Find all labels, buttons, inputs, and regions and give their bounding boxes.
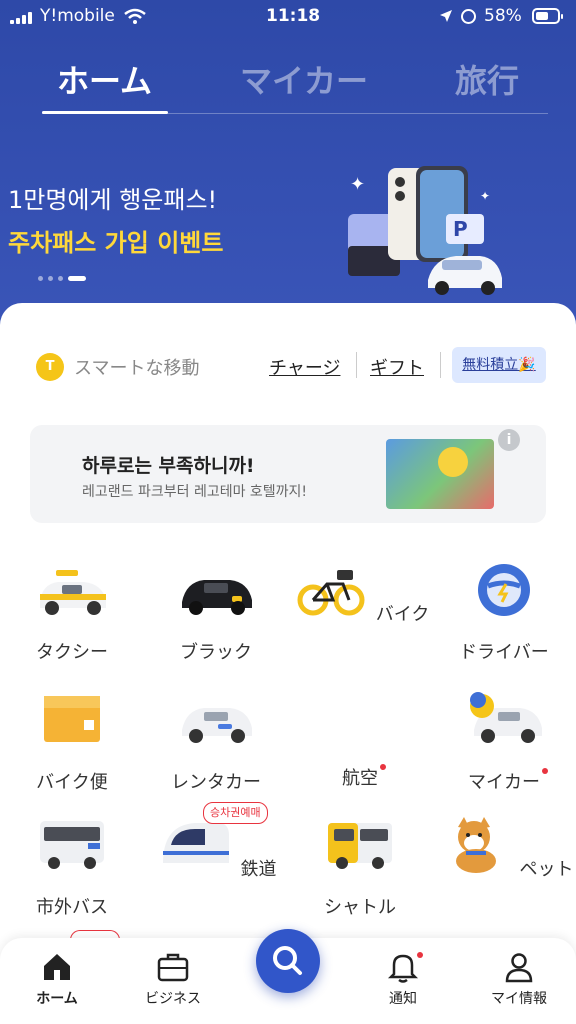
gift-link[interactable]: ギフト — [370, 354, 424, 380]
active-tab-indicator — [42, 111, 168, 114]
service-air[interactable]: 航空 — [290, 690, 430, 790]
bus-icon — [40, 821, 104, 869]
black-car-icon — [182, 580, 252, 615]
service-label: 市外バス — [36, 897, 108, 918]
tab-travel[interactable]: 旅行 — [455, 56, 519, 102]
banner-pagination — [38, 266, 91, 285]
tab-mycar[interactable]: マイカー — [240, 56, 368, 102]
package-icon — [44, 696, 100, 742]
coin-icon: T — [36, 353, 64, 381]
promo-headline: 1만명에게 행운패스! — [8, 186, 218, 214]
rental-car-icon — [182, 708, 252, 743]
taxi-icon — [40, 570, 106, 615]
rotation-lock-icon — [461, 9, 476, 24]
nav-label: マイ情報 — [491, 991, 547, 1007]
bike-icon — [297, 570, 365, 616]
nav-home[interactable]: ホーム — [12, 950, 102, 1008]
service-label: バイク便 — [36, 772, 108, 793]
airplane-icon — [320, 690, 400, 750]
new-dot — [380, 764, 386, 770]
service-label: シャトル — [324, 897, 396, 918]
service-label: 航空 — [342, 764, 386, 790]
nav-label: ビジネス — [145, 991, 201, 1007]
home-header: Y!mobile 11:18 58% ホーム マイカー 旅行 1만명에게 행운패… — [0, 0, 576, 330]
svg-text:✦: ✦ — [350, 174, 365, 195]
signal-icon — [10, 12, 34, 24]
service-label: バイク — [375, 604, 430, 625]
ad-title: 하루로는 부족하니까! — [82, 455, 255, 477]
service-mycar[interactable]: マイカー — [434, 690, 574, 794]
service-label: ブラック — [180, 642, 252, 663]
divider — [356, 352, 357, 378]
notification-dot — [417, 952, 423, 958]
service-taxi[interactable]: タクシー — [2, 560, 142, 664]
shuttle-icon — [328, 823, 392, 869]
search-button[interactable] — [256, 929, 320, 993]
tab-home[interactable]: ホーム — [57, 56, 152, 102]
nav-business[interactable]: ビジネス — [128, 950, 218, 1008]
service-bike[interactable]: バイク — [290, 560, 430, 626]
nav-notify[interactable]: 通知 — [358, 950, 448, 1008]
promo-illustration: ✦ ✦ P — [348, 166, 502, 295]
dog-icon — [456, 817, 497, 873]
train-icon — [163, 823, 230, 863]
briefcase-icon — [157, 953, 189, 982]
ad-banner[interactable]: 하루로는 부족하니까! 레고랜드 파크부터 레고테마 호텔까지! i — [30, 425, 546, 523]
carrier-label: Y!mobile — [40, 6, 115, 26]
smart-mobility-label: スマートな移動 — [74, 358, 200, 379]
status-bar: Y!mobile 11:18 58% — [0, 0, 576, 34]
battery-icon — [532, 8, 563, 24]
clock: 11:18 — [266, 6, 321, 26]
service-intercity-bus[interactable]: 市外バス — [2, 815, 142, 919]
service-black[interactable]: ブラック — [146, 560, 286, 664]
service-pet[interactable]: ペット — [434, 815, 574, 881]
service-label: 鉄道 — [240, 859, 277, 880]
promo-subheadline: 주차패스 가입 이벤트 — [8, 229, 224, 257]
service-shuttle[interactable]: シャトル — [290, 815, 430, 919]
wifi-icon — [124, 8, 146, 24]
ad-subtitle: 레고랜드 파크부터 레고테마 호텔까지! — [82, 484, 308, 500]
service-label: ペット — [519, 859, 574, 880]
search-icon — [273, 946, 302, 975]
home-icon — [44, 954, 70, 980]
divider — [440, 352, 441, 378]
bell-icon — [387, 954, 419, 983]
battery-percent: 58% — [484, 6, 522, 26]
steering-wheel-icon — [478, 564, 530, 616]
service-label: マイカー — [468, 768, 548, 794]
ad-image — [386, 439, 494, 509]
new-dot — [542, 768, 548, 774]
user-icon — [505, 953, 533, 983]
location-arrow-icon — [440, 10, 452, 22]
nav-label: ホーム — [36, 991, 78, 1007]
service-driver[interactable]: ドライバー — [434, 560, 574, 664]
info-icon[interactable]: i — [498, 429, 520, 451]
free-points-button[interactable]: 無料積立🎉 — [452, 347, 546, 383]
top-tabs: ホーム マイカー 旅行 — [0, 48, 576, 118]
nav-label: 通知 — [389, 991, 417, 1007]
service-label: タクシー — [36, 642, 108, 663]
service-rentacar[interactable]: レンタカー — [146, 690, 286, 794]
my-car-icon — [470, 692, 542, 743]
parking-mark: P — [453, 217, 468, 241]
promo-banner[interactable]: 1만명에게 행운패스! 주차패스 가입 이벤트 — [8, 180, 223, 258]
service-rail[interactable]: 鉄道 — [146, 815, 286, 881]
svg-text:✦: ✦ — [480, 189, 490, 203]
service-bike-delivery[interactable]: バイク便 — [2, 690, 142, 794]
rail-ticket-badge: 승차권예매 — [203, 802, 268, 824]
service-label: レンタカー — [171, 772, 261, 793]
nav-mypage[interactable]: マイ情報 — [474, 950, 564, 1008]
charge-link[interactable]: チャージ — [269, 354, 340, 380]
service-label: ドライバー — [459, 642, 549, 663]
